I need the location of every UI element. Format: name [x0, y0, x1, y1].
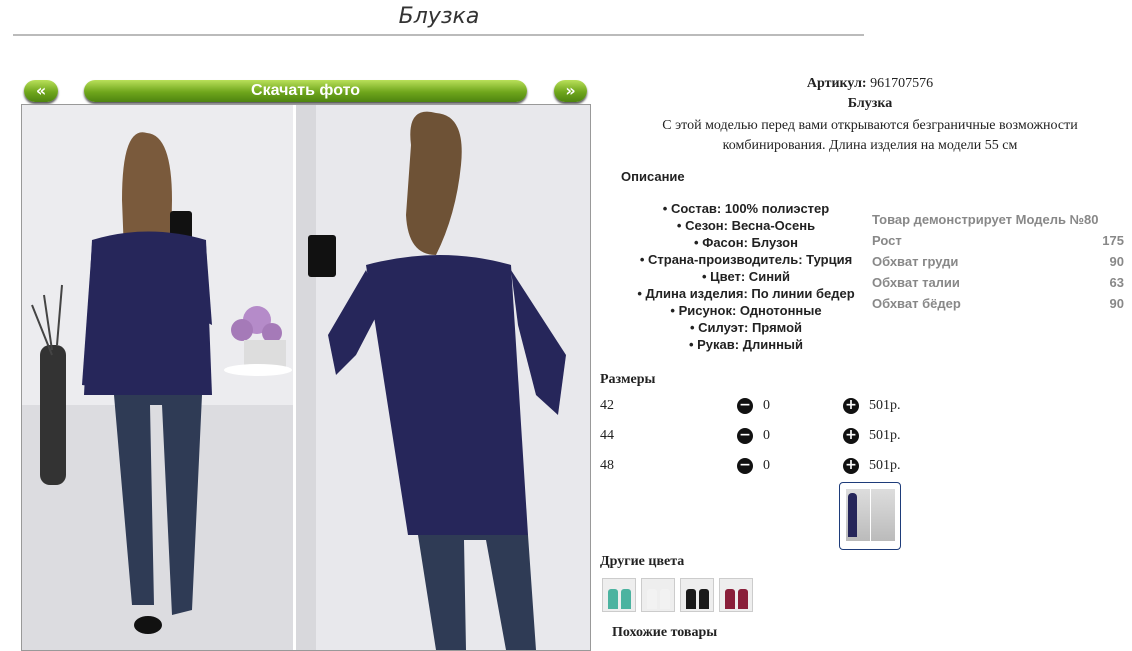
model-heading: Товар демонстрирует Модель №80	[872, 212, 1099, 227]
color-swatches	[602, 578, 753, 612]
swatch-figure	[725, 589, 735, 609]
model-row: Обхват талии 63	[872, 275, 1124, 290]
size-row: 48 − 0 + 501р.	[600, 456, 920, 478]
size-price: 501р.	[869, 458, 901, 473]
attribute-item: Сезон: Весна-Осень	[624, 217, 868, 234]
size-row: 44 − 0 + 501р.	[600, 426, 920, 448]
quantity-value: 0	[763, 428, 770, 443]
product-thumbnail[interactable]	[839, 482, 901, 550]
thumbnail-figure	[848, 493, 857, 537]
increase-quantity-button[interactable]: +	[843, 458, 859, 474]
increase-quantity-button[interactable]: +	[843, 428, 859, 444]
swatch-figure	[647, 589, 657, 609]
thumbnail-image	[871, 489, 895, 541]
sizes-heading: Размеры	[600, 372, 656, 387]
swatch-figure	[660, 589, 670, 609]
swatch-figure	[608, 589, 618, 609]
color-swatch[interactable]	[680, 578, 714, 612]
decrease-quantity-button[interactable]: −	[737, 428, 753, 444]
size-price: 501р.	[869, 398, 901, 413]
attribute-item: Силуэт: Прямой	[624, 319, 868, 336]
quantity-value: 0	[763, 398, 770, 413]
color-swatch[interactable]	[602, 578, 636, 612]
size-row: 42 − 0 + 501р.	[600, 396, 920, 418]
title-divider	[13, 34, 864, 36]
decrease-quantity-button[interactable]: −	[737, 398, 753, 414]
attribute-item: Состав: 100% полиэстер	[624, 200, 868, 217]
product-name: Блузка	[847, 96, 893, 111]
model-row: Обхват бёдер 90	[872, 296, 1124, 311]
color-swatch[interactable]	[641, 578, 675, 612]
next-photo-button[interactable]: »	[554, 80, 587, 102]
attribute-item: Рисунок: Однотонные	[624, 302, 868, 319]
details-heading: Описание	[621, 169, 685, 184]
photo-front-view	[22, 105, 293, 650]
other-colors-heading: Другие цвета	[600, 554, 685, 569]
decrease-quantity-button[interactable]: −	[737, 458, 753, 474]
prev-photo-button[interactable]: «	[24, 80, 58, 102]
size-price: 501р.	[869, 428, 901, 443]
size-label: 48	[600, 458, 614, 473]
attribute-item: Длина изделия: По линии бедер	[624, 285, 868, 302]
attribute-item: Цвет: Синий	[624, 268, 868, 285]
swatch-figure	[686, 589, 696, 609]
size-label: 44	[600, 428, 614, 443]
swatch-figure	[738, 589, 748, 609]
sku-value: 961707576	[870, 76, 934, 91]
product-description: С этой моделью перед вами открываются бе…	[662, 118, 1078, 153]
swatch-figure	[621, 589, 631, 609]
quantity-value: 0	[763, 458, 770, 473]
attribute-item: Страна-производитель: Турция	[624, 251, 868, 268]
sku-label: Артикул:	[806, 76, 867, 91]
attribute-item: Фасон: Блузон	[624, 234, 868, 251]
page-title: Блузка	[398, 4, 480, 29]
similar-products-heading: Похожие товары	[612, 625, 718, 640]
product-sku: Артикул: 961707576	[600, 76, 1132, 92]
model-row: Рост 175	[872, 233, 1124, 248]
color-swatch[interactable]	[719, 578, 753, 612]
size-label: 42	[600, 398, 614, 413]
model-measurements: Товар демонстрирует Модель №80 Рост 175 О…	[872, 209, 1124, 314]
photo-back-view	[296, 105, 590, 650]
download-photo-button[interactable]: Скачать фото	[84, 80, 527, 102]
increase-quantity-button[interactable]: +	[843, 398, 859, 414]
attribute-list: Состав: 100% полиэстер Сезон: Весна-Осен…	[624, 200, 868, 353]
model-row: Обхват груди 90	[872, 254, 1124, 269]
attribute-item: Рукав: Длинный	[624, 336, 868, 353]
product-photo[interactable]	[21, 104, 591, 651]
swatch-figure	[699, 589, 709, 609]
